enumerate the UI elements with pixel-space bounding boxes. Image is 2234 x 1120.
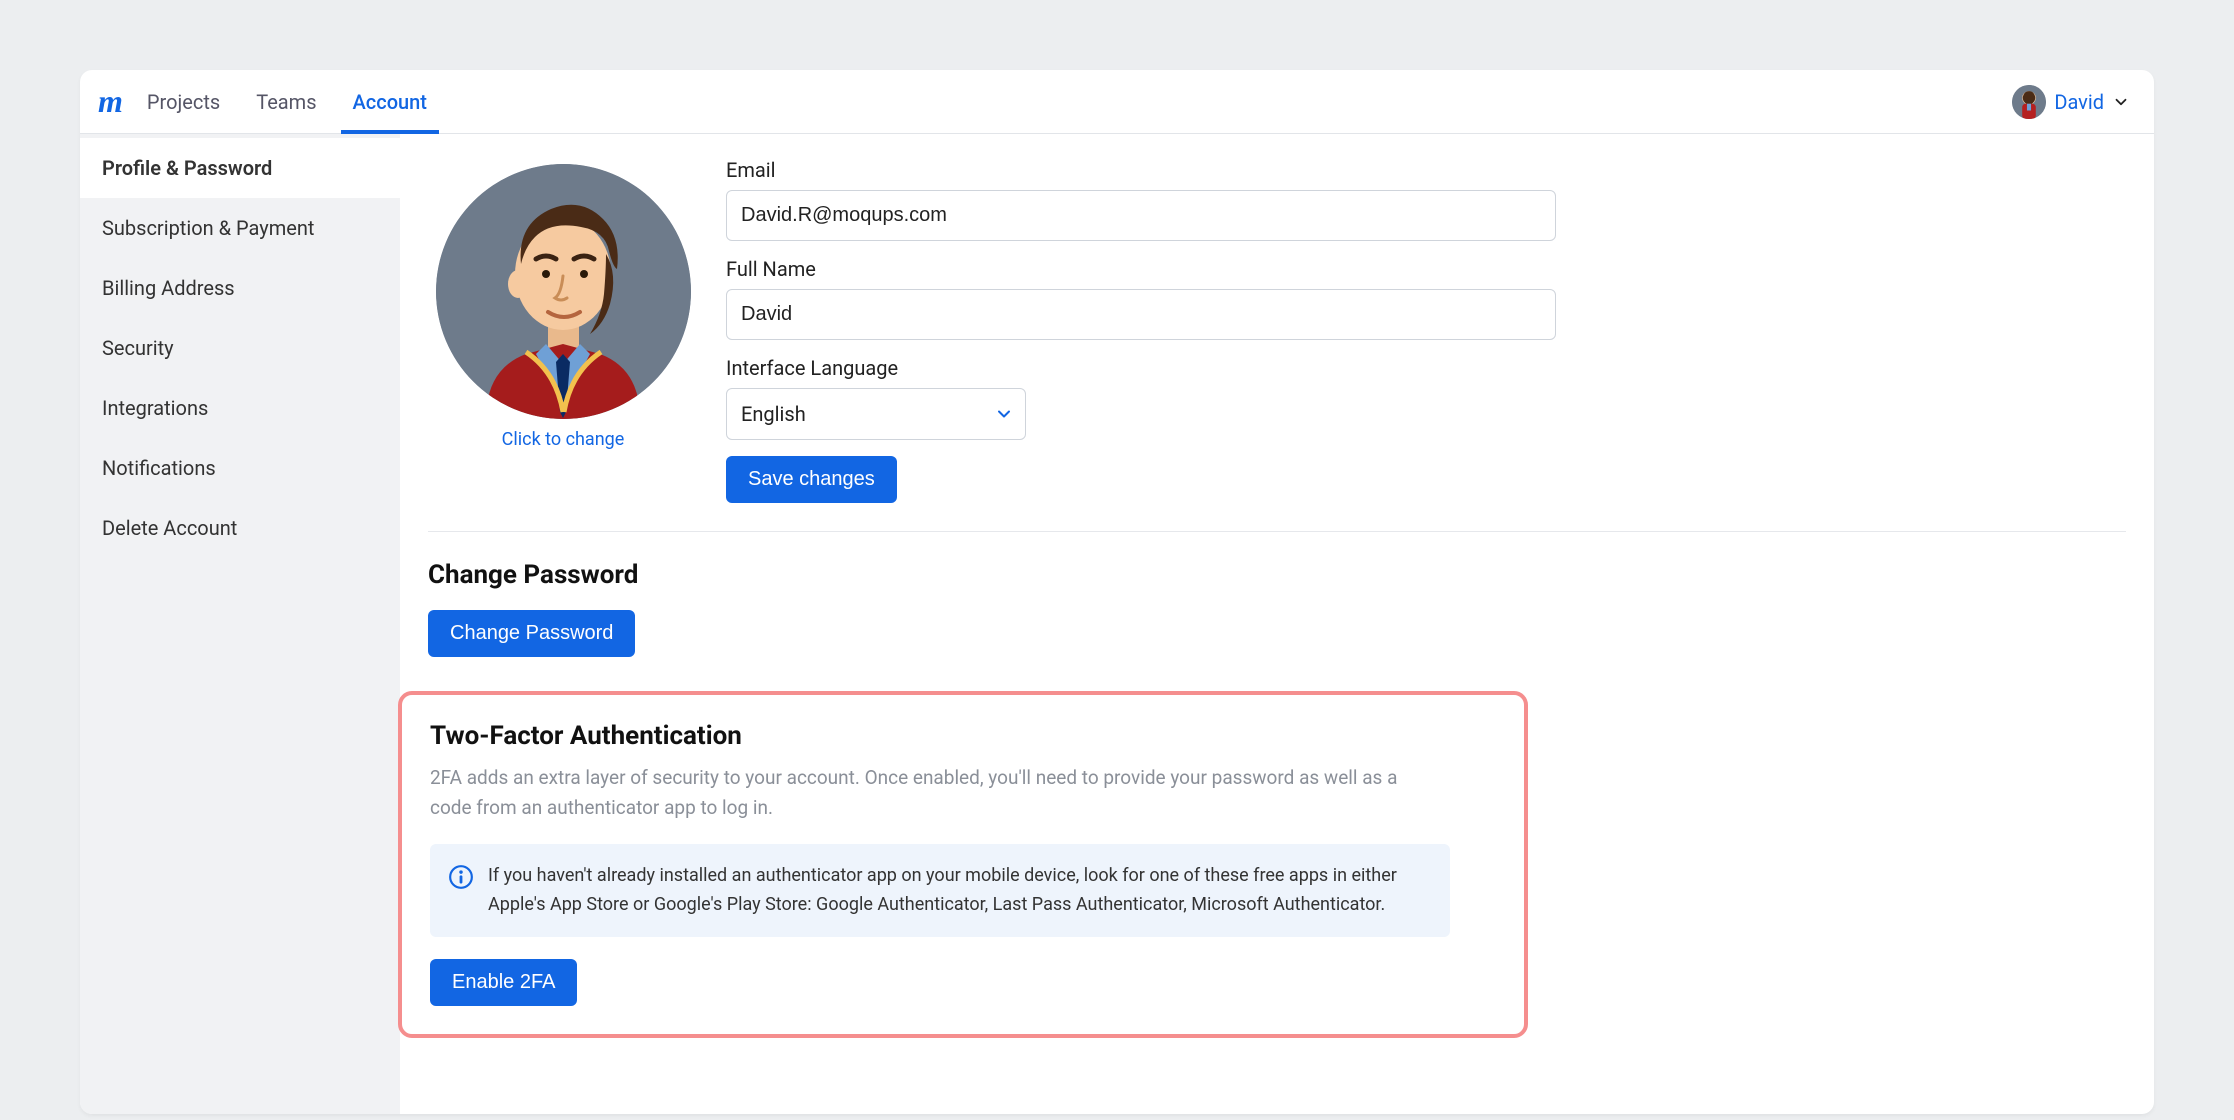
sidebar-item-profile-password[interactable]: Profile & Password [80,138,400,198]
email-field[interactable] [726,190,1556,241]
enable-2fa-button[interactable]: Enable 2FA [430,959,577,1006]
app-card: m Projects Teams Account David [80,70,2154,1114]
change-password-button[interactable]: Change Password [428,610,635,657]
profile-form: Email Full Name Interface Language Engli… [726,158,1586,503]
two-factor-info-banner: If you haven't already installed an auth… [430,844,1450,938]
nav-tab-account[interactable]: Account [353,70,427,133]
email-label: Email [726,158,1586,182]
sidebar-item-subscription-payment[interactable]: Subscription & Payment [80,198,400,258]
nav-tabs: Projects Teams Account [147,70,427,133]
sidebar-item-billing-address[interactable]: Billing Address [80,258,400,318]
sidebar-item-delete-account[interactable]: Delete Account [80,498,400,558]
two-factor-highlight: Two-Factor Authentication 2FA adds an ex… [398,691,1528,1038]
save-changes-button[interactable]: Save changes [726,456,897,503]
language-value: English [726,388,1026,440]
change-password-section: Change Password Change Password [428,560,2126,657]
avatar-small [2012,85,2046,119]
nav-tab-teams[interactable]: Teams [256,70,316,133]
body-layout: Profile & Password Subscription & Paymen… [80,134,2154,1114]
user-name-label: David [2054,90,2104,114]
full-name-label: Full Name [726,257,1586,281]
language-label: Interface Language [726,356,1586,380]
sidebar-item-notifications[interactable]: Notifications [80,438,400,498]
two-factor-description: 2FA adds an extra layer of security to y… [430,763,1420,824]
content-area: Click to change Email Full Name Interfac… [400,134,2154,1114]
user-menu[interactable]: David [2012,85,2130,119]
avatar-illustration-icon [2012,85,2046,119]
profile-section: Click to change Email Full Name Interfac… [428,158,2126,532]
brand-logo[interactable]: m [98,83,123,120]
sidebar-item-integrations[interactable]: Integrations [80,378,400,438]
avatar-large[interactable] [436,164,691,419]
top-nav: m Projects Teams Account David [80,70,2154,134]
sidebar-item-security[interactable]: Security [80,318,400,378]
avatar-change-link[interactable]: Click to change [502,429,625,450]
chevron-down-icon [2112,93,2130,111]
avatar-illustration-icon [436,164,691,419]
change-password-heading: Change Password [428,560,2126,590]
full-name-field[interactable] [726,289,1556,340]
two-factor-info-text: If you haven't already installed an auth… [488,862,1432,920]
language-select[interactable]: English [726,388,1026,440]
nav-tab-projects[interactable]: Projects [147,70,220,133]
avatar-column: Click to change [428,158,698,450]
two-factor-heading: Two-Factor Authentication [430,721,1496,751]
sidebar: Profile & Password Subscription & Paymen… [80,134,400,1114]
info-icon [448,864,474,890]
